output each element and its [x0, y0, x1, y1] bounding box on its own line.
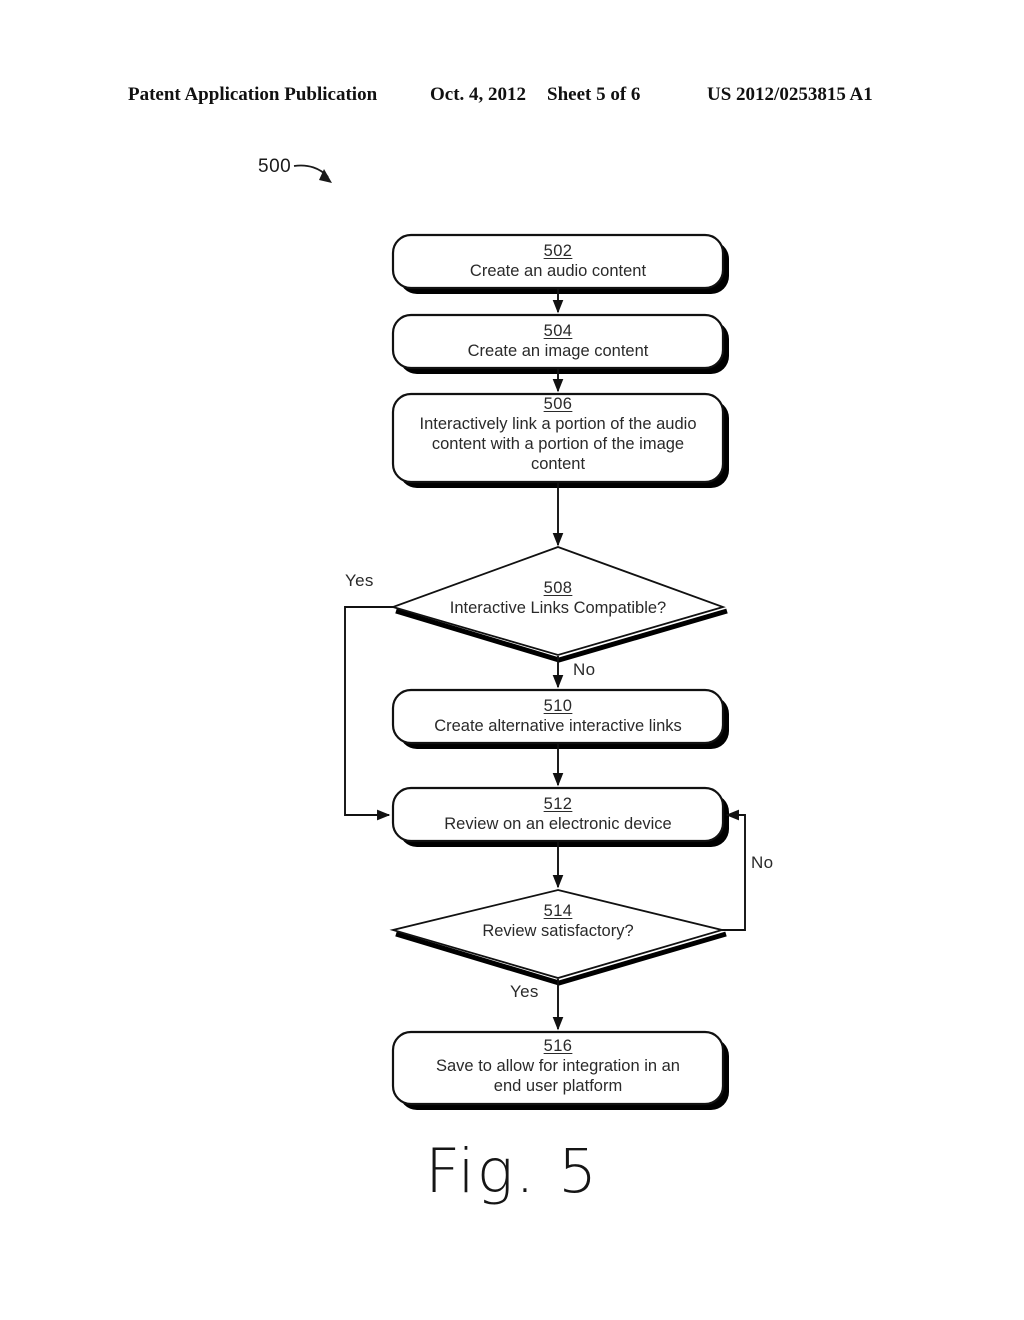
node-504-shape	[391, 313, 725, 370]
patent-figure-page: Patent Application Publication Oct. 4, 2…	[0, 0, 1024, 1320]
node-508-shape	[390, 546, 726, 656]
edge-label-no-508: No	[573, 660, 596, 679]
node-512-shape	[391, 786, 725, 843]
node-514-shape	[389, 889, 726, 979]
node-510-shape	[391, 688, 725, 745]
flowchart-canvas	[344, 233, 746, 1110]
node-502-shape	[391, 233, 725, 290]
edge-508-512-yes	[344, 606, 393, 821]
node-516-shape	[391, 1030, 725, 1106]
edge-label-yes-508: Yes	[345, 571, 374, 590]
edge-label-no-514: No	[751, 853, 774, 872]
edge-label-yes-514: Yes	[510, 982, 539, 1001]
figure-caption: Fig. 5	[425, 1136, 599, 1207]
node-506-shape	[391, 392, 725, 484]
